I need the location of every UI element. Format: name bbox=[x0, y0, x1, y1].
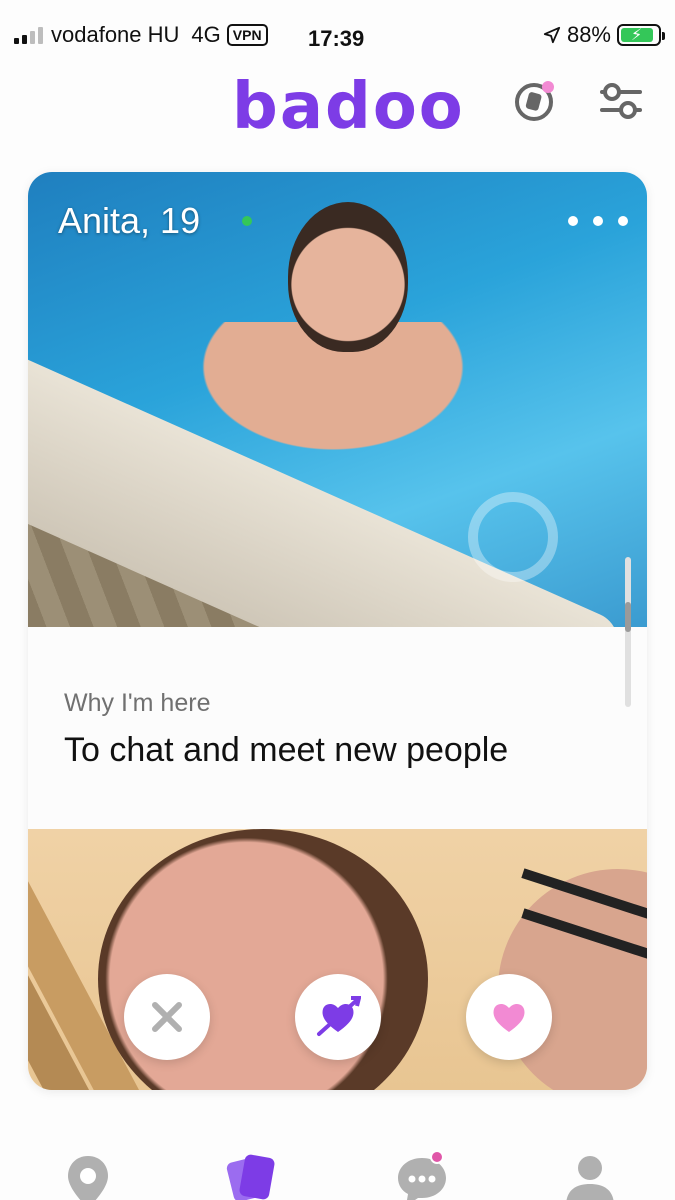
signal-icon bbox=[14, 26, 43, 44]
profile-name: Anita, 19 bbox=[58, 200, 201, 241]
profile-card[interactable]: Anita, 19 Why I'm here To chat and meet … bbox=[28, 172, 647, 1090]
encounters-cards-icon[interactable] bbox=[220, 1150, 280, 1200]
close-icon bbox=[152, 1002, 182, 1032]
bottom-nav bbox=[0, 1130, 675, 1200]
battery-percent: 88% bbox=[566, 22, 611, 47]
carrier-label: vodafone HU bbox=[51, 22, 180, 47]
more-options-button[interactable] bbox=[568, 206, 628, 236]
online-status-dot bbox=[242, 216, 252, 226]
person-head bbox=[288, 202, 408, 352]
battery-charging-icon: ⚡ bbox=[617, 24, 665, 46]
heart-icon bbox=[493, 1003, 525, 1032]
profile-photo-main[interactable]: Anita, 19 bbox=[28, 172, 647, 627]
pass-button[interactable] bbox=[124, 974, 210, 1060]
network-label: 4G bbox=[191, 22, 221, 47]
person-icon[interactable] bbox=[560, 1150, 620, 1200]
why-here-label: Why I'm here bbox=[64, 689, 211, 717]
why-here-value: To chat and meet new people bbox=[64, 731, 509, 769]
badoo-logo: badoo bbox=[232, 70, 465, 144]
screen: vodafone HU 4G VPN 17:39 88% ⚡ badoo Ani… bbox=[0, 0, 675, 1200]
crush-button[interactable] bbox=[295, 974, 381, 1060]
filters-icon[interactable] bbox=[598, 78, 644, 124]
watermark-icon bbox=[468, 492, 558, 582]
status-right: 88% ⚡ bbox=[543, 22, 665, 48]
clock: 17:39 bbox=[308, 26, 365, 51]
chat-notification-badge bbox=[430, 1150, 444, 1164]
scrollbar-track[interactable] bbox=[625, 557, 631, 707]
location-pin-icon[interactable] bbox=[58, 1150, 118, 1200]
about-section: Why I'm here To chat and meet new people bbox=[28, 627, 647, 829]
heart-arrow-icon bbox=[317, 996, 361, 1036]
scrollbar-thumb[interactable] bbox=[625, 602, 631, 632]
app-header: badoo bbox=[0, 70, 675, 160]
location-arrow-icon bbox=[543, 26, 561, 44]
vpn-badge: VPN bbox=[226, 24, 268, 46]
status-bar: vodafone HU 4G VPN 17:39 88% ⚡ bbox=[0, 0, 675, 70]
like-button[interactable] bbox=[466, 974, 552, 1060]
spotlight-icon[interactable] bbox=[512, 78, 558, 124]
